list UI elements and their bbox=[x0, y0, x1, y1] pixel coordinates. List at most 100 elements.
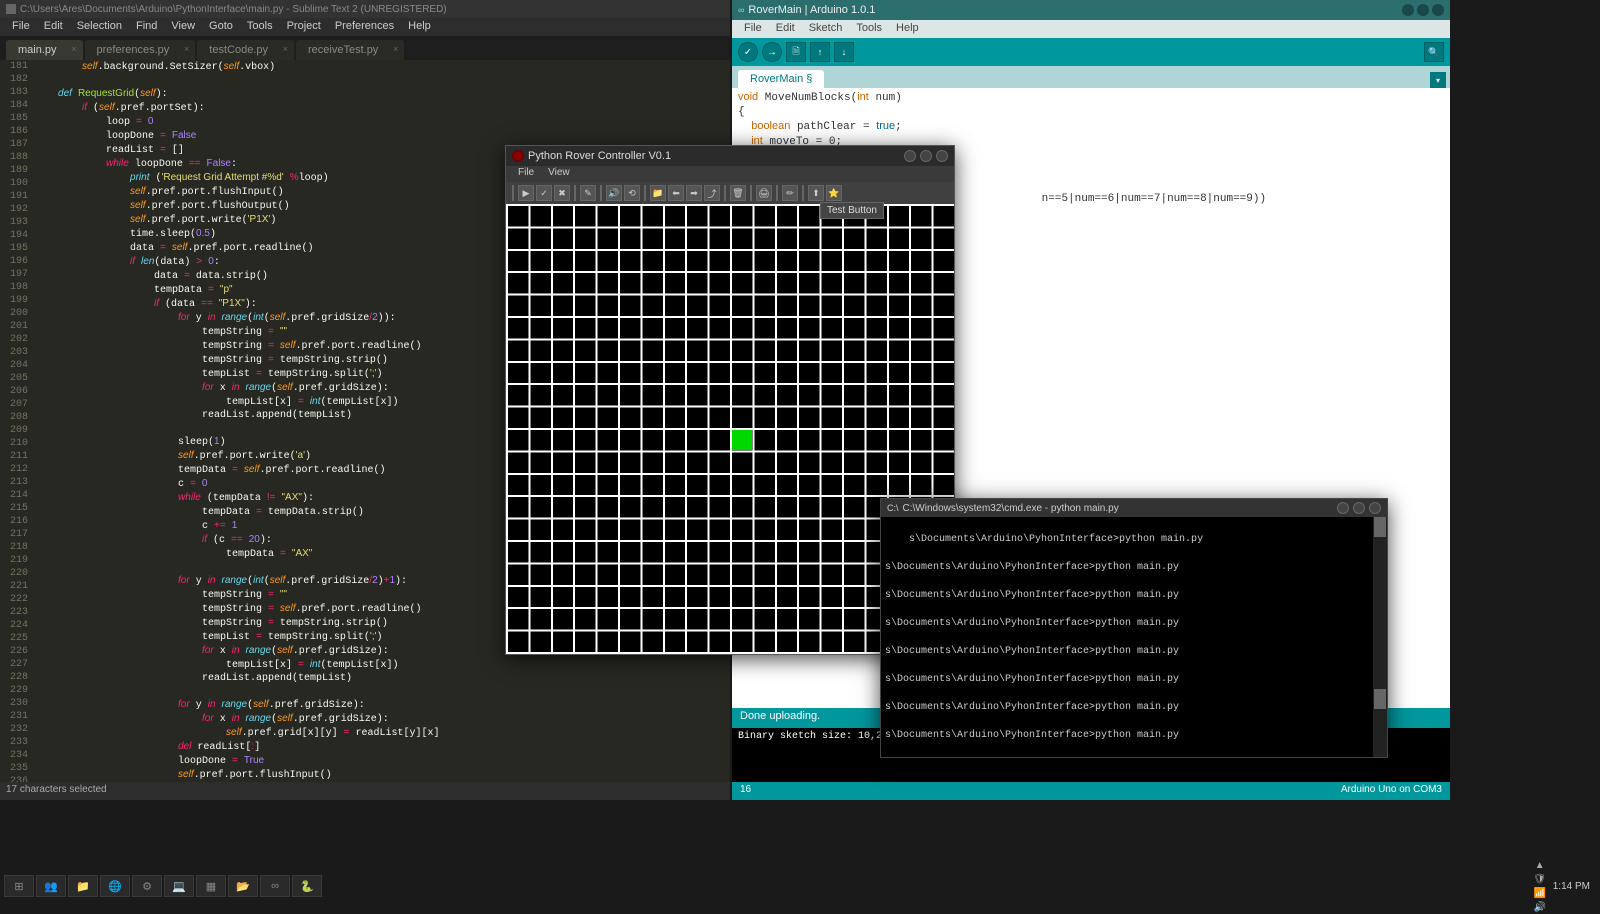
close-icon[interactable]: × bbox=[393, 44, 398, 54]
menu-preferences[interactable]: Preferences bbox=[329, 18, 400, 36]
taskbar-app-4[interactable]: ⚙ bbox=[132, 875, 162, 897]
menu-file[interactable]: File bbox=[512, 166, 540, 182]
scrollbar[interactable] bbox=[1373, 517, 1387, 757]
menu-edit[interactable]: Edit bbox=[770, 20, 801, 38]
menu-edit[interactable]: Edit bbox=[38, 18, 69, 36]
tab-menu-button[interactable]: ▾ bbox=[1430, 72, 1446, 88]
menu-file[interactable]: File bbox=[738, 20, 768, 38]
maximize-button[interactable] bbox=[920, 150, 932, 162]
menu-file[interactable]: File bbox=[6, 18, 36, 36]
close-icon[interactable]: × bbox=[283, 44, 288, 54]
tray-icon[interactable]: 📶 bbox=[1533, 886, 1547, 900]
tab-preferences.py[interactable]: preferences.py× bbox=[85, 40, 196, 60]
close-icon[interactable]: × bbox=[71, 44, 76, 54]
rover-menubar: FileView bbox=[506, 166, 954, 182]
save-button[interactable]: ↓ bbox=[834, 42, 854, 62]
window-controls bbox=[904, 150, 948, 162]
separator bbox=[750, 185, 752, 201]
new-button[interactable]: 🗎 bbox=[786, 42, 806, 62]
arduino-title-text: RoverMain | Arduino 1.0.1 bbox=[748, 4, 875, 16]
separator bbox=[574, 185, 576, 201]
tool-button-11[interactable]: ⬅ bbox=[668, 185, 684, 201]
serial-monitor-button[interactable]: 🔍 bbox=[1424, 42, 1444, 62]
verify-button[interactable]: ✓ bbox=[738, 42, 758, 62]
taskbar: ⊞👥📁🌐⚙💻▦📂∞🐍 ▲🛡📶🔊 1:14 PM bbox=[0, 872, 1600, 900]
sublime-statusbar: 17 characters selected bbox=[0, 782, 730, 800]
tool-button-17[interactable]: 🖨 bbox=[756, 185, 772, 201]
menu-sketch[interactable]: Sketch bbox=[803, 20, 849, 38]
cmd-window: C:\ C:\Windows\system32\cmd.exe - python… bbox=[880, 498, 1388, 758]
close-button[interactable] bbox=[1369, 502, 1381, 514]
separator bbox=[724, 185, 726, 201]
taskbar-app-6[interactable]: ▦ bbox=[196, 875, 226, 897]
taskbar-app-2[interactable]: 📁 bbox=[68, 875, 98, 897]
menu-selection[interactable]: Selection bbox=[71, 18, 128, 36]
tooltip: Test Button bbox=[820, 202, 884, 219]
tool-button-2[interactable]: ✓ bbox=[536, 185, 552, 201]
tool-button-3[interactable]: ✖ bbox=[554, 185, 570, 201]
rover-toolbar: Test Button ▶✓✖✎🔊⟲📁⬅➡⤴🗑🖨✏⬆⭐ bbox=[506, 182, 954, 204]
taskbar-app-7[interactable]: 📂 bbox=[228, 875, 258, 897]
arduino-tabbar: RoverMain § ▾ bbox=[732, 66, 1450, 88]
maximize-button[interactable] bbox=[1417, 4, 1429, 16]
tray-icon[interactable]: 🔊 bbox=[1533, 900, 1547, 914]
menu-view[interactable]: View bbox=[165, 18, 201, 36]
active-cell[interactable] bbox=[732, 430, 752, 450]
tool-button-22[interactable]: ⭐ bbox=[826, 185, 842, 201]
cmd-icon: C:\ bbox=[887, 503, 899, 513]
close-button[interactable] bbox=[1432, 4, 1444, 16]
tool-button-19[interactable]: ✏ bbox=[782, 185, 798, 201]
minimize-button[interactable] bbox=[1402, 4, 1414, 16]
taskbar-app-3[interactable]: 🌐 bbox=[100, 875, 130, 897]
minimize-button[interactable] bbox=[1337, 502, 1349, 514]
tool-button-7[interactable]: 🔊 bbox=[606, 185, 622, 201]
taskbar-app-8[interactable]: ∞ bbox=[260, 875, 290, 897]
rover-titlebar[interactable]: Python Rover Controller V0.1 bbox=[506, 146, 954, 166]
menu-find[interactable]: Find bbox=[130, 18, 163, 36]
upload-button[interactable]: → bbox=[762, 42, 782, 62]
tray-icon[interactable]: ▲ bbox=[1533, 858, 1547, 872]
cmd-titlebar[interactable]: C:\ C:\Windows\system32\cmd.exe - python… bbox=[881, 499, 1387, 517]
tool-button-21[interactable]: ⬆ bbox=[808, 185, 824, 201]
menu-goto[interactable]: Goto bbox=[203, 18, 239, 36]
menu-help[interactable]: Help bbox=[402, 18, 437, 36]
menu-help[interactable]: Help bbox=[890, 20, 925, 38]
maximize-button[interactable] bbox=[1353, 502, 1365, 514]
tool-button-5[interactable]: ✎ bbox=[580, 185, 596, 201]
sublime-title-text: C:\Users\Ares\Documents\Arduino\PythonIn… bbox=[20, 4, 447, 15]
taskbar-app-5[interactable]: 💻 bbox=[164, 875, 194, 897]
tab-receiveTest.py[interactable]: receiveTest.py× bbox=[296, 40, 404, 60]
sublime-menubar: FileEditSelectionFindViewGotoToolsProjec… bbox=[0, 18, 730, 36]
cmd-output[interactable]: s\Documents\Arduino\PyhonInterface>pytho… bbox=[881, 517, 1387, 757]
scroll-thumb[interactable] bbox=[1374, 517, 1386, 537]
menu-view[interactable]: View bbox=[542, 166, 576, 182]
menu-project[interactable]: Project bbox=[281, 18, 327, 36]
tool-button-15[interactable]: 🗑 bbox=[730, 185, 746, 201]
tab-testCode.py[interactable]: testCode.py× bbox=[197, 40, 294, 60]
tool-button-13[interactable]: ⤴ bbox=[704, 185, 720, 201]
menu-tools[interactable]: Tools bbox=[850, 20, 888, 38]
taskbar-apps: ⊞👥📁🌐⚙💻▦📂∞🐍 bbox=[4, 875, 322, 897]
scroll-thumb[interactable] bbox=[1374, 689, 1386, 709]
taskbar-app-1[interactable]: 👥 bbox=[36, 875, 66, 897]
arduino-titlebar[interactable]: ∞ RoverMain | Arduino 1.0.1 bbox=[732, 0, 1450, 20]
close-icon[interactable]: × bbox=[184, 44, 189, 54]
tray-icon[interactable]: 🛡 bbox=[1533, 872, 1547, 886]
tool-button-1[interactable]: ▶ bbox=[518, 185, 534, 201]
tool-button-10[interactable]: 📁 bbox=[650, 185, 666, 201]
cmd-title-text: C:\Windows\system32\cmd.exe - python mai… bbox=[903, 503, 1119, 514]
close-button[interactable] bbox=[936, 150, 948, 162]
taskbar-app-0[interactable]: ⊞ bbox=[4, 875, 34, 897]
tool-button-8[interactable]: ⟲ bbox=[624, 185, 640, 201]
menu-tools[interactable]: Tools bbox=[241, 18, 279, 36]
open-button[interactable]: ↑ bbox=[810, 42, 830, 62]
window-controls bbox=[1337, 502, 1381, 514]
sublime-titlebar[interactable]: C:\Users\Ares\Documents\Arduino\PythonIn… bbox=[0, 0, 730, 18]
clock[interactable]: 1:14 PM bbox=[1553, 881, 1590, 892]
minimize-button[interactable] bbox=[904, 150, 916, 162]
taskbar-app-9[interactable]: 🐍 bbox=[292, 875, 322, 897]
separator bbox=[776, 185, 778, 201]
sketch-tab[interactable]: RoverMain § bbox=[738, 70, 824, 88]
tool-button-12[interactable]: ➡ bbox=[686, 185, 702, 201]
tab-main.py[interactable]: main.py× bbox=[6, 40, 83, 60]
